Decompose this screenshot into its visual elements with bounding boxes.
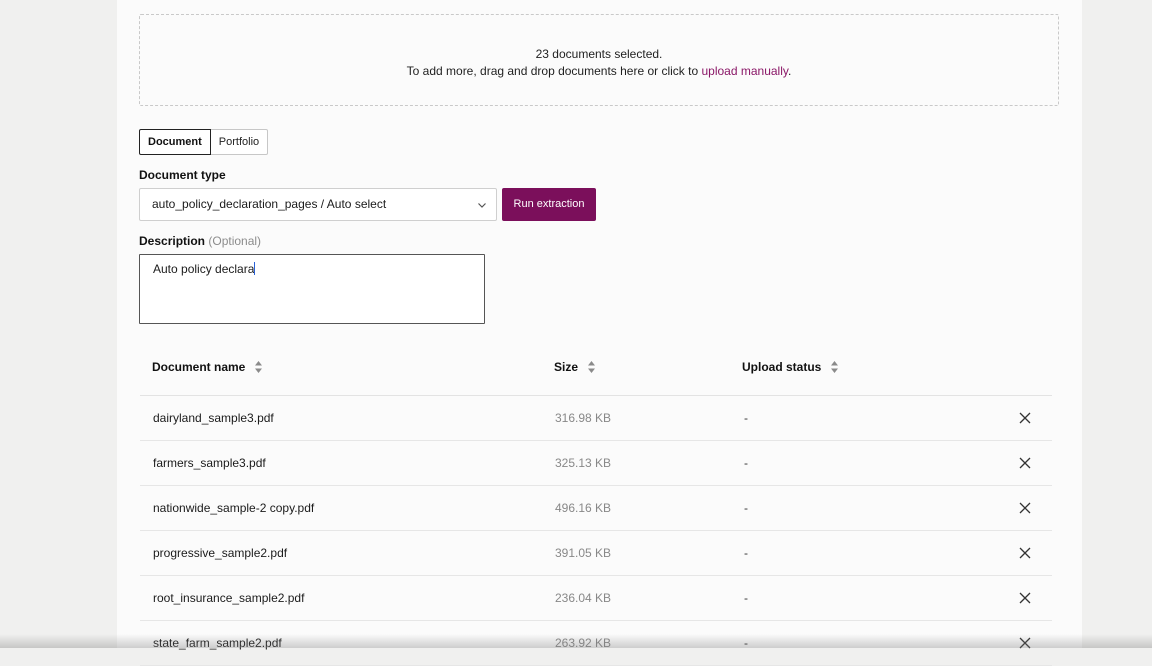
table-row: dairyland_sample3.pdf 316.98 KB - [140,396,1052,441]
table-row: progressive_sample2.pdf 391.05 KB - [140,531,1052,576]
description-input[interactable]: Auto policy declara [139,254,485,324]
document-name: root_insurance_sample2.pdf [153,591,305,605]
document-type-select[interactable]: auto_policy_declaration_pages / Auto sel… [139,188,497,221]
description-label: Description (Optional) [139,234,261,248]
dropzone-instruction-text: To add more, drag and drop documents her… [406,64,702,78]
upload-manually-link[interactable]: upload manually [701,64,788,78]
table-row: root_insurance_sample2.pdf 236.04 KB - [140,576,1052,621]
dropzone-instructions: To add more, drag and drop documents her… [140,63,1058,80]
selected-count-text: 23 documents selected. [535,47,663,61]
sort-icon [588,361,596,373]
description-label-text: Description [139,234,206,248]
remove-document-icon[interactable] [1019,592,1031,604]
mode-toggle: Document Portfolio [139,129,269,155]
sort-icon [255,361,263,373]
upload-status: - [744,411,748,425]
table-row: nationwide_sample-2 copy.pdf 496.16 KB - [140,486,1052,531]
document-name: dairyland_sample3.pdf [153,411,274,425]
remove-document-icon[interactable] [1019,412,1031,424]
table-header: Document name Size Upload status [140,350,1052,396]
document-size: 236.04 KB [555,591,612,605]
column-header-name-label: Document name [152,360,246,374]
upload-panel: 23 documents selected. To add more, drag… [117,0,1082,666]
table-body: dairyland_sample3.pdf 316.98 KB - farmers_s… [140,396,1052,666]
document-type-value: auto_policy_declaration_pages / Auto sel… [152,197,387,211]
document-size: 316.98 KB [555,411,612,425]
tab-document[interactable]: Document [139,129,211,155]
column-header-status[interactable]: Upload status [742,360,839,374]
optional-hint: (Optional) [208,234,262,248]
upload-status: - [744,456,748,470]
chevron-down-icon [478,203,486,208]
table-row: farmers_sample3.pdf 325.13 KB - [140,441,1052,486]
documents-table: Document name Size Upload status dairyla… [140,350,1052,666]
document-size: 325.13 KB [555,456,612,470]
text-cursor [254,262,256,275]
remove-document-icon[interactable] [1019,457,1031,469]
remove-document-icon[interactable] [1019,502,1031,514]
column-header-name[interactable]: Document name [152,360,263,374]
remove-document-icon[interactable] [1019,547,1031,559]
document-size: 496.16 KB [555,501,612,515]
bottom-shadow [0,634,1152,648]
dropzone-instruction-end: . [788,64,792,78]
document-name: farmers_sample3.pdf [153,456,266,470]
upload-status: - [744,546,748,560]
document-name: nationwide_sample-2 copy.pdf [153,501,315,515]
column-header-size[interactable]: Size [554,360,596,374]
column-header-status-label: Upload status [742,360,822,374]
document-type-label: Document type [139,168,226,182]
document-name: progressive_sample2.pdf [153,546,288,560]
column-header-size-label: Size [554,360,579,374]
upload-status: - [744,591,748,605]
sort-icon [831,361,839,373]
document-size: 391.05 KB [555,546,612,560]
dropzone[interactable]: 23 documents selected. To add more, drag… [139,14,1059,106]
upload-status: - [744,501,748,515]
description-value: Auto policy declara [153,262,255,276]
run-extraction-button[interactable]: Run extraction [502,188,596,221]
tab-portfolio[interactable]: Portfolio [210,129,269,155]
